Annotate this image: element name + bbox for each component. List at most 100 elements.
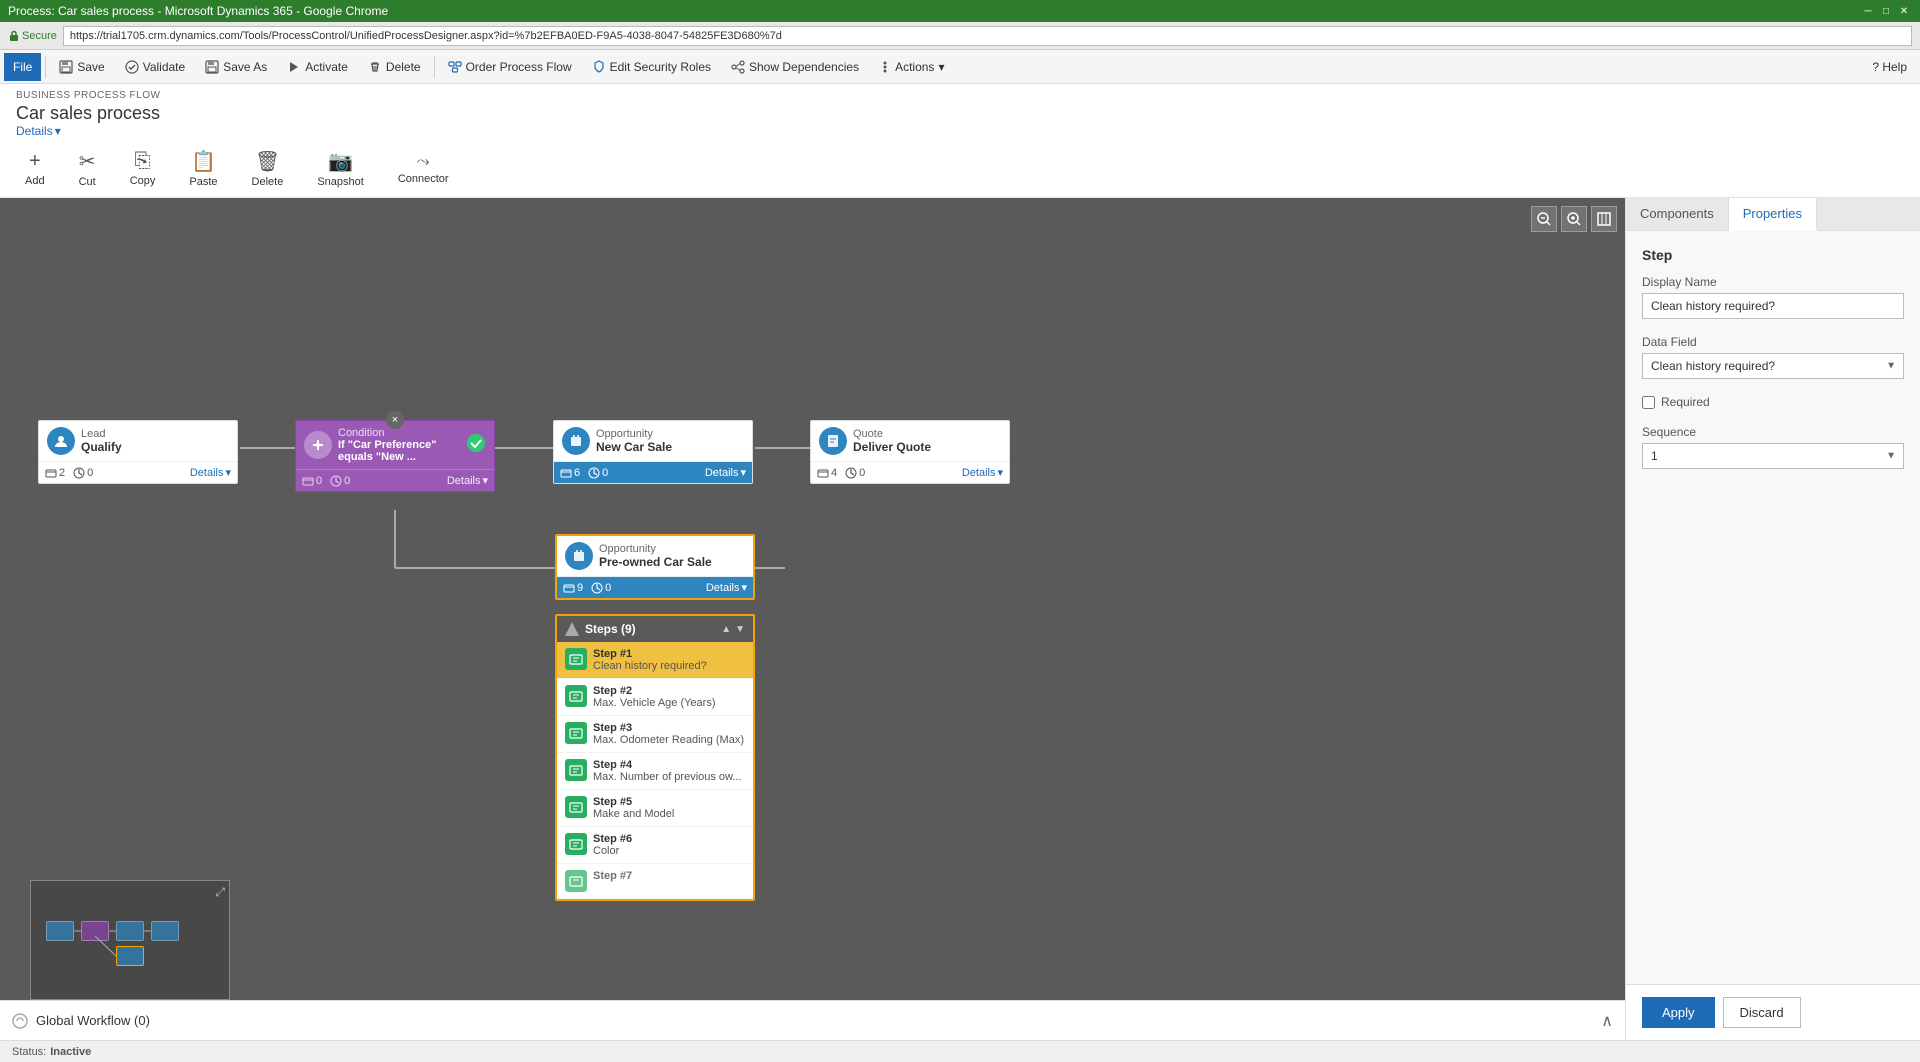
connector-tool[interactable]: ⤳ Connector	[389, 148, 458, 190]
opportunity-new-details-btn[interactable]: Details ▾	[705, 466, 746, 479]
sequence-select[interactable]: 1	[1642, 443, 1904, 469]
condition-node[interactable]: × Condition If "Car Preference" equals "…	[295, 420, 495, 492]
step-item-4[interactable]: Step #4 Max. Number of previous ow...	[557, 753, 753, 790]
steps-panel: Steps (9) ▲ ▼ Step #1 Clean history requ…	[555, 614, 755, 901]
maximize-button[interactable]: □	[1878, 3, 1894, 19]
paste-tool[interactable]: 📋 Paste	[180, 144, 226, 193]
opportunity-new-node[interactable]: Opportunity New Car Sale 6 0 Details ▾	[553, 420, 753, 484]
mini-node-lead	[46, 921, 74, 941]
display-name-field: Display Name	[1642, 275, 1904, 319]
tab-properties[interactable]: Properties	[1729, 198, 1817, 231]
discard-button[interactable]: Discard	[1723, 997, 1801, 1028]
global-workflow-label: Global Workflow (0)	[36, 1013, 150, 1028]
sort-up-button[interactable]: ▲	[721, 624, 731, 635]
step-3-icon	[565, 722, 587, 744]
condition-counter1: 0	[302, 475, 322, 487]
page-title: Car sales process	[16, 103, 1904, 124]
save-as-button[interactable]: Save As	[196, 53, 276, 81]
step-item-3[interactable]: Step #3 Max. Odometer Reading (Max)	[557, 716, 753, 753]
address-bar: Secure	[0, 22, 1920, 50]
steps-sort: ▲ ▼	[721, 624, 745, 635]
required-checkbox-wrapper: Required	[1642, 395, 1904, 409]
step-item-7[interactable]: Step #7	[557, 864, 753, 899]
lead-counter1: 2	[45, 467, 65, 479]
delete-button[interactable]: Delete	[359, 53, 430, 81]
opportunity-new-text: Opportunity New Car Sale	[596, 428, 672, 454]
show-dependencies-button[interactable]: Show Dependencies	[722, 53, 868, 81]
steps-header: Steps (9) ▲ ▼	[557, 616, 753, 642]
sort-down-button[interactable]: ▼	[735, 624, 745, 635]
panel-content: Step Display Name Data Field Clean histo…	[1626, 231, 1920, 984]
opportunity-preowned-footer: 9 0 Details ▾	[557, 577, 753, 598]
validate-button[interactable]: Validate	[116, 53, 194, 81]
cut-label: Cut	[79, 176, 96, 188]
opportunity-new-counter1: 6	[560, 467, 580, 479]
paste-icon: 📋	[191, 149, 216, 174]
close-button[interactable]: ✕	[1896, 3, 1912, 19]
step-item-6[interactable]: Step #6 Color	[557, 827, 753, 864]
snapshot-icon: 📷	[328, 149, 353, 174]
required-label[interactable]: Required	[1661, 395, 1710, 409]
opportunity-preowned-node[interactable]: Opportunity Pre-owned Car Sale 9 0 Detai…	[555, 534, 755, 600]
lead-details-btn[interactable]: Details ▾	[190, 466, 231, 479]
fit-screen-button[interactable]	[1591, 206, 1617, 232]
opportunity-preowned-counter2: 0	[591, 582, 611, 594]
save-button[interactable]: Save	[50, 53, 113, 81]
add-tool[interactable]: + Add	[16, 145, 54, 192]
delete-tool[interactable]: 🗑 Delete	[243, 144, 293, 193]
lead-counter2: 0	[73, 467, 93, 479]
title-bar-controls: ─ □ ✕	[1860, 3, 1912, 19]
order-process-flow-button[interactable]: Order Process Flow	[439, 53, 581, 81]
cut-tool[interactable]: ✂ Cut	[70, 144, 105, 193]
file-button[interactable]: File	[4, 53, 41, 81]
panel-tabs: Components Properties	[1626, 198, 1920, 231]
edit-security-roles-button[interactable]: Edit Security Roles	[583, 53, 720, 81]
zoom-out-button[interactable]	[1531, 206, 1557, 232]
quote-node[interactable]: Quote Deliver Quote 4 0 Details ▾	[810, 420, 1010, 484]
mini-node-quote	[151, 921, 179, 941]
opportunity-preowned-icon	[565, 542, 593, 570]
title-bar-text: Process: Car sales process - Microsoft D…	[8, 4, 1860, 18]
lead-qualify-header: Lead Qualify	[39, 421, 237, 462]
data-field-wrapper: Clean history required? ▼	[1642, 353, 1904, 379]
sequence-wrapper: 1 ▼	[1642, 443, 1904, 469]
required-checkbox[interactable]	[1642, 396, 1655, 409]
quote-footer: 4 0 Details ▾	[811, 462, 1009, 483]
connector-icon: ⤳	[417, 153, 430, 171]
condition-counter2: 0	[330, 475, 350, 487]
steps-title: Steps (9)	[585, 622, 636, 636]
add-icon: +	[29, 150, 41, 173]
step-item-2[interactable]: Step #2 Max. Vehicle Age (Years)	[557, 679, 753, 716]
step-item-5[interactable]: Step #5 Make and Model	[557, 790, 753, 827]
help-button[interactable]: ? Help	[1863, 53, 1916, 81]
condition-details-btn[interactable]: Details ▾	[447, 474, 488, 487]
workflow-icon	[12, 1013, 28, 1029]
separator-2	[434, 56, 435, 78]
step-5-icon	[565, 796, 587, 818]
zoom-in-button[interactable]	[1561, 206, 1587, 232]
address-input[interactable]	[63, 26, 1912, 46]
snapshot-tool[interactable]: 📷 Snapshot	[308, 144, 372, 193]
opportunity-preowned-counter1: 9	[563, 582, 583, 594]
minimize-button[interactable]: ─	[1860, 3, 1876, 19]
copy-tool[interactable]: ⎘ Copy	[121, 145, 165, 192]
global-workflow-expand-button[interactable]: ∧	[1601, 1011, 1613, 1031]
condition-close-button[interactable]: ×	[386, 411, 404, 429]
quote-details-btn[interactable]: Details ▾	[962, 466, 1003, 479]
delete-label: Delete	[252, 176, 284, 188]
tab-components[interactable]: Components	[1626, 198, 1729, 230]
canvas[interactable]: Lead Qualify 2 0 Details ▾	[0, 198, 1625, 1040]
step-3-text: Step #3 Max. Odometer Reading (Max)	[593, 722, 744, 746]
status-bar: Status: Inactive	[0, 1040, 1920, 1062]
activate-button[interactable]: Activate	[278, 53, 357, 81]
data-field-select[interactable]: Clean history required?	[1642, 353, 1904, 379]
data-field-label: Data Field	[1642, 335, 1904, 349]
details-link[interactable]: Details ▾	[16, 124, 1904, 138]
opportunity-preowned-details-btn[interactable]: Details ▾	[706, 581, 747, 594]
lead-qualify-node[interactable]: Lead Qualify 2 0 Details ▾	[38, 420, 238, 484]
actions-button[interactable]: Actions ▾	[870, 53, 953, 81]
step-item-1[interactable]: Step #1 Clean history required?	[557, 642, 753, 679]
display-name-input[interactable]	[1642, 293, 1904, 319]
apply-button[interactable]: Apply	[1642, 997, 1715, 1028]
step-6-text: Step #6 Color	[593, 833, 632, 857]
